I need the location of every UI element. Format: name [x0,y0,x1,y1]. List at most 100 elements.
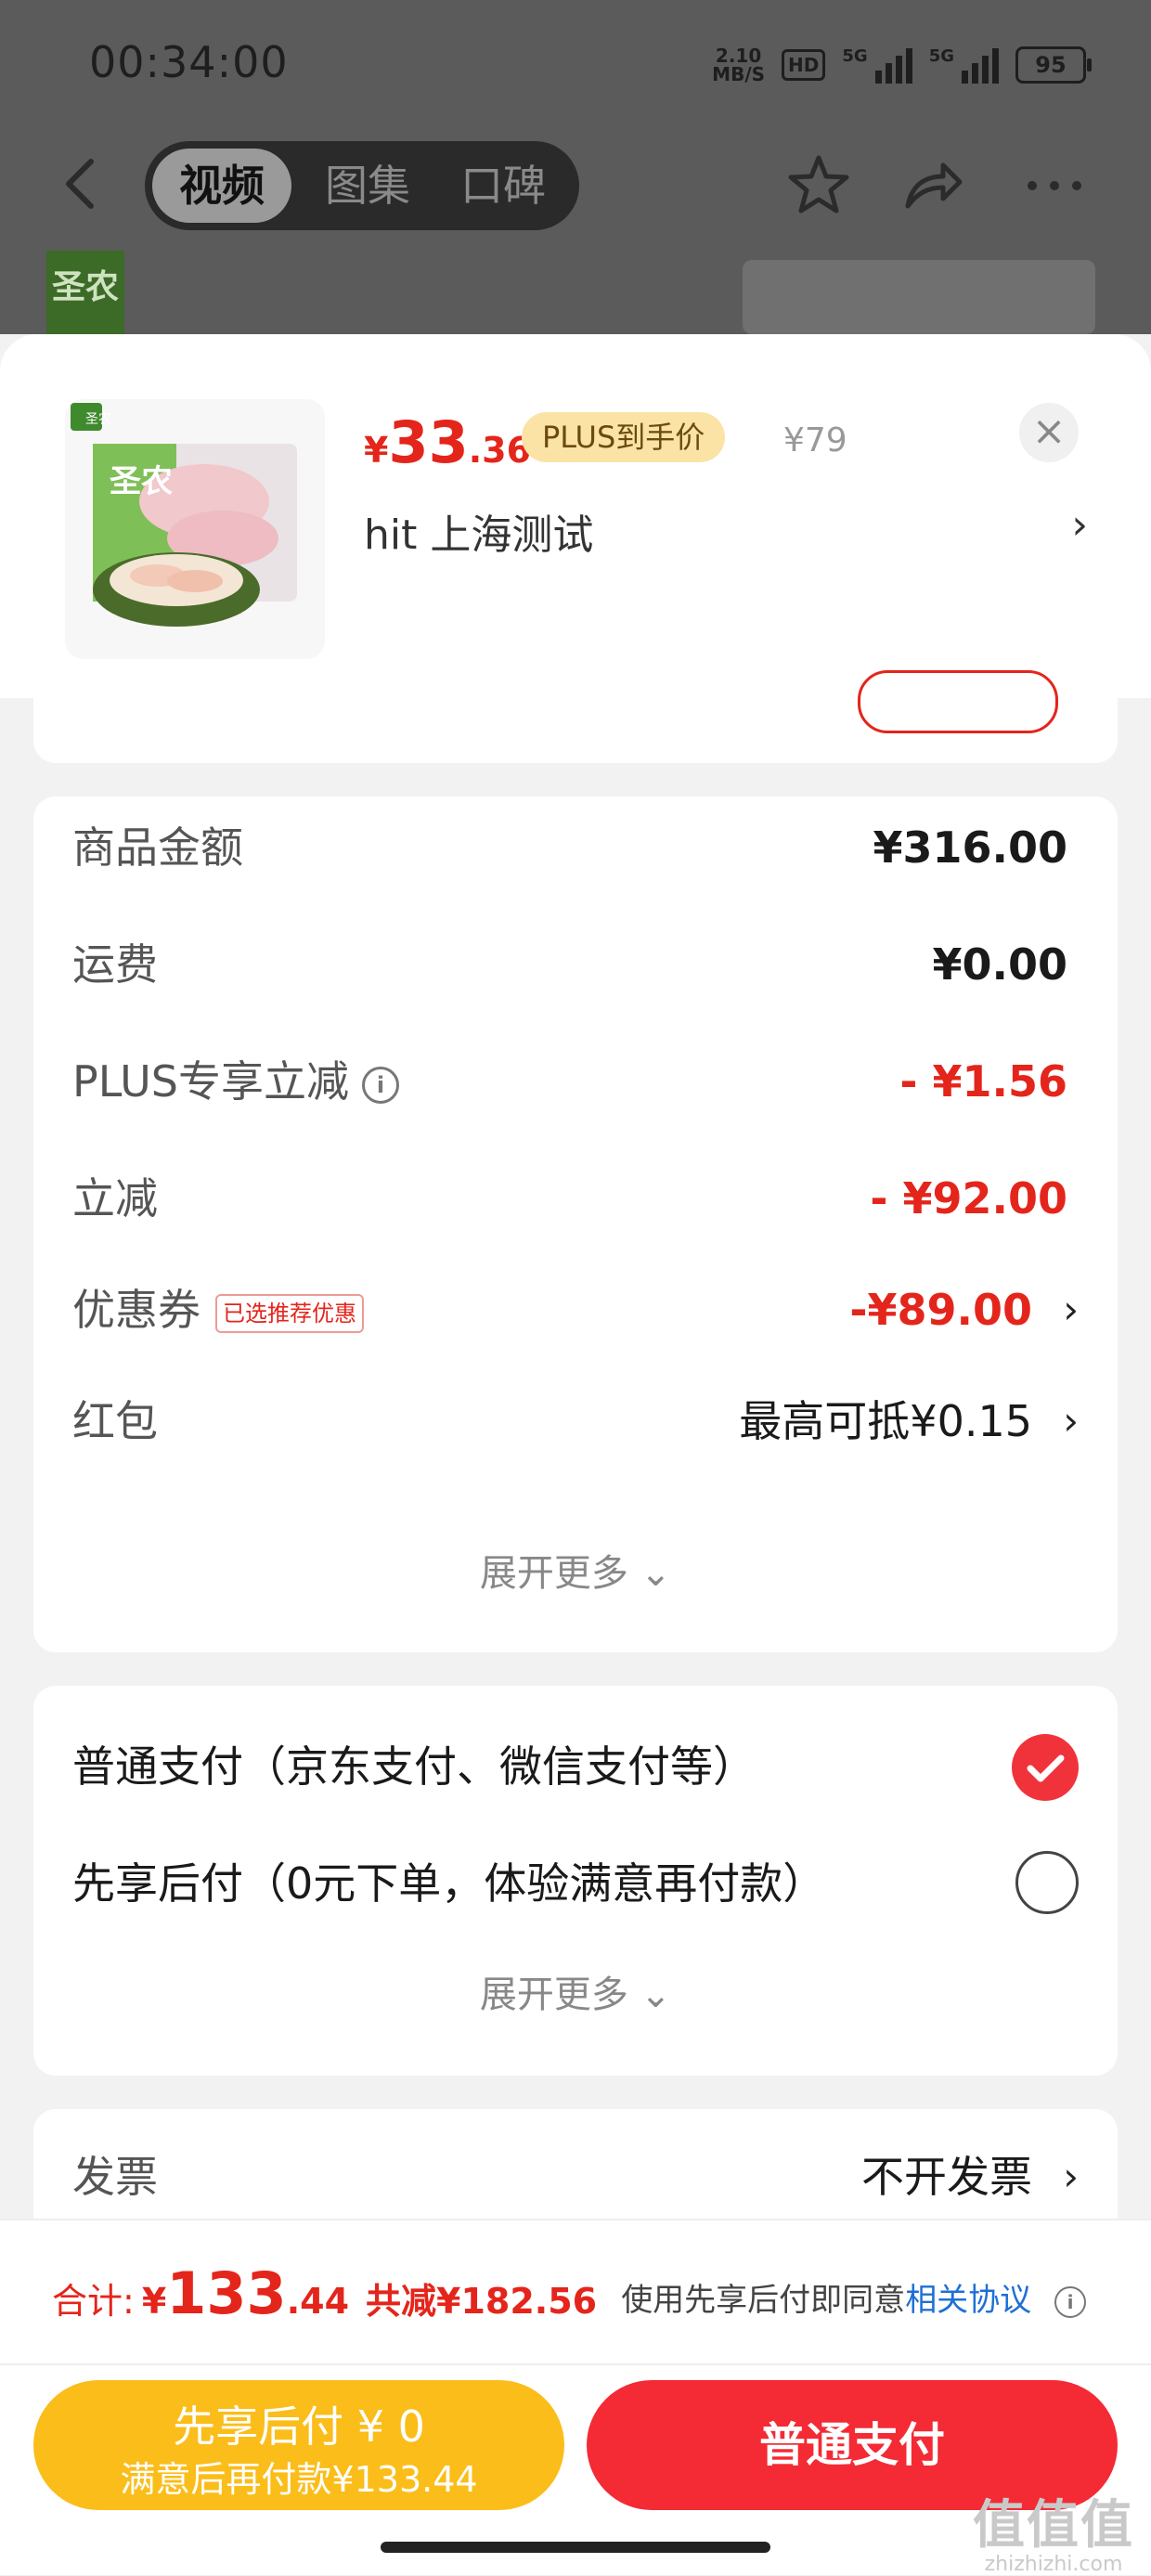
summary-row-red-packet[interactable]: 红包 最高可抵¥0.15 › [72,1389,1079,1454]
total-label: 合计: [52,2281,135,2322]
product-image: 圣农 圣农 [65,399,325,659]
price-summary-card: 商品金额 ¥316.00 运费 ¥0.00 PLUS专享立减 i - ¥1.56 … [33,796,1118,1652]
chevron-down-icon: ⌄ [640,1552,672,1595]
tab-gallery[interactable]: 图集 [303,149,433,223]
expand-more-button[interactable]: 展开更多 ⌄ [33,1543,1118,1597]
close-button[interactable]: × [1019,403,1079,462]
summary-label: 商品金额 [72,822,243,873]
info-icon[interactable]: i [361,1066,399,1104]
product-header: 圣农 圣农 ¥ 33 .36 PLUS到手价 ¥79 × hit 上海测试 › [0,334,1151,698]
brand-logo: 圣农 [46,251,124,334]
chevron-right-icon: › [1063,2154,1079,2199]
home-indicator[interactable] [381,2542,770,2553]
total-integer: 133 [166,2259,287,2327]
checkout-bottom-bar: 合计: ¥ 133 .44 共减¥182.56 使用先享后付即同意相关协议 i … [0,2219,1151,2576]
chevron-down-icon: ⌄ [640,1974,672,2016]
status-bar: 00:34:00 2.10 MB/S HD 5G 5G 95 [0,0,1151,130]
payment-radio-normal[interactable] [1012,1734,1079,1801]
info-icon[interactable]: i [1054,2285,1086,2318]
summary-row-coupon[interactable]: 优惠券 已选推荐优惠 -¥89.00 › [72,1277,1079,1342]
coupon-tag: 已选推荐优惠 [215,1293,364,1333]
check-icon [1027,1754,1065,1782]
summary-value: - ¥92.00 [870,1173,1067,1223]
payment-option-pay-later[interactable]: 先享后付（0元下单，体验满意再付款） [72,1851,825,1916]
address-selector[interactable]: hit 上海测试 › [364,501,1088,559]
chevron-right-icon: › [1063,1398,1079,1443]
invoice-label: 发票 [72,2152,158,2202]
summary-value: -¥89.00 [849,1285,1032,1335]
status-time: 00:34:00 [89,37,289,87]
pay-later-title: 先享后付 ¥ 0 [173,2401,425,2452]
net-speed-value: 2.10 [715,45,762,67]
hd-icon: HD [782,49,826,81]
expand-more-label: 展开更多 [479,1552,628,1595]
product-thumbnail: 圣农 圣农 [65,399,325,659]
invoice-value: 不开发票 [861,2152,1032,2202]
chevron-right-icon: › [1071,501,1088,549]
expand-more-button[interactable]: 展开更多 ⌄ [33,1964,1118,2018]
signal-icon-2 [962,46,999,84]
summary-label: PLUS专享立减 i [72,1049,399,1114]
payment-method-card: 普通支付（京东支付、微信支付等） 先享后付（0元下单，体验满意再付款） 展开更多… [33,1686,1118,2076]
summary-label: 红包 [72,1396,158,1446]
network-speed: 2.10 MB/S [712,46,765,84]
price-integer: 33 [388,408,469,476]
order-total: 合计: ¥ 133 .44 共减¥182.56 [52,2259,597,2327]
expand-more-label: 展开更多 [479,1974,628,2016]
pay-now-button[interactable]: 普通支付 [587,2380,1118,2510]
summary-row-instant-discount: 立减 - ¥92.00 [72,1166,1079,1231]
share-icon[interactable] [897,150,967,221]
battery-icon: 95 [1015,46,1092,84]
product-image-background [743,260,1095,334]
summary-label: 立减 [72,1173,158,1223]
star-icon[interactable] [783,150,854,221]
summary-value: 最高可抵¥0.15 [739,1396,1032,1446]
address-text: hit 上海测试 [364,511,594,559]
chevron-right-icon: › [1063,1287,1079,1332]
back-icon[interactable] [59,156,106,212]
payment-option-normal[interactable]: 普通支付（京东支付、微信支付等） [72,1734,756,1799]
summary-value: ¥0.00 [932,939,1067,990]
watermark-logo: 值值值 [973,2495,1134,2556]
top-nav: 视频 图集 口碑 [0,130,1151,241]
signal-label-2: 5G [928,46,954,66]
agreement-link[interactable]: 相关协议 [905,2282,1031,2319]
agreement-text: 使用先享后付即同意相关协议 i [621,2274,1086,2320]
status-icons: 2.10 MB/S HD 5G 5G 95 [712,46,1092,84]
invoice-row[interactable]: 发票 不开发票 › [72,2144,1079,2209]
product-page-background: 00:34:00 2.10 MB/S HD 5G 5G 95 视频 图集 口碑 [0,0,1151,334]
total-decimal: .44 [286,2281,350,2322]
summary-row-plus-discount: PLUS专享立减 i - ¥1.56 [72,1049,1079,1114]
summary-value: ¥316.00 [873,822,1067,873]
thumb-badge-text: 圣农 [85,412,111,427]
pay-later-button[interactable]: 先享后付 ¥ 0 满意后再付款¥133.44 [33,2380,564,2510]
tab-reviews[interactable]: 口碑 [438,149,568,223]
product-price: ¥ 33 .36 [364,408,531,476]
coupon-label: 优惠券 [72,1285,200,1335]
signal-label-1: 5G [842,46,868,66]
media-tabs: 视频 图集 口碑 [145,141,579,230]
net-speed-unit: MB/S [712,63,766,85]
summary-row-shipping: 运费 ¥0.00 [72,932,1079,997]
agreement-prefix: 使用先享后付即同意 [621,2282,906,2319]
divider [0,2363,1151,2365]
more-icon[interactable] [1019,150,1090,221]
watermark-domain: zhizhizhi.com [984,2553,1123,2576]
summary-row-goods: 商品金额 ¥316.00 [72,815,1079,880]
payment-radio-pay-later[interactable] [1015,1851,1079,1914]
tab-video[interactable]: 视频 [152,149,291,223]
summary-value: - ¥1.56 [899,1056,1067,1107]
signal-icon [874,46,912,84]
total-symbol: ¥ [141,2281,167,2322]
price-symbol: ¥ [364,430,389,471]
total-saving: 共减¥182.56 [366,2281,598,2322]
close-icon: × [1031,408,1067,455]
plus-discount-label: PLUS专享立减 [72,1056,349,1107]
thumb-brand-text: 圣农 [110,463,173,500]
pay-later-subtitle: 满意后再付款¥133.44 [120,2459,478,2500]
plus-price-tag: PLUS到手价 [522,412,726,462]
option-button-partial[interactable] [858,670,1058,733]
summary-label: 优惠券 已选推荐优惠 [72,1277,364,1342]
watermark: 值值值 zhizhizhi.com [973,2499,1134,2576]
original-price: ¥79 [783,421,847,460]
